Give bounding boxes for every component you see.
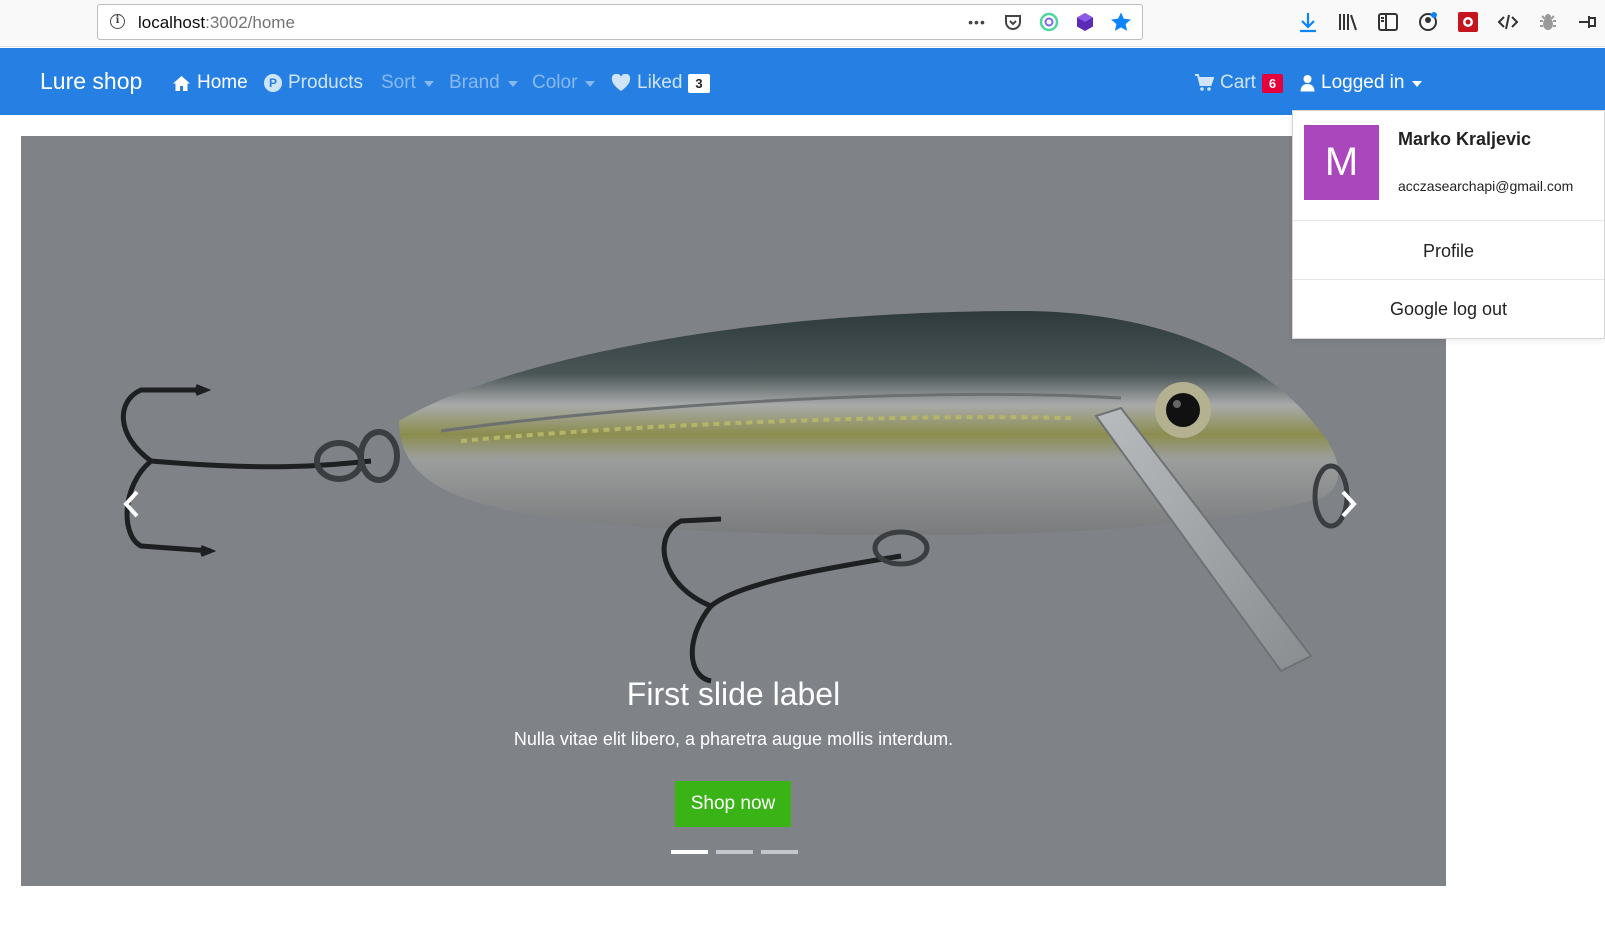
- nav-color-dropdown[interactable]: Color: [532, 72, 596, 94]
- extension-circle-icon[interactable]: [1038, 11, 1060, 33]
- library-icon[interactable]: [1335, 9, 1361, 35]
- download-icon[interactable]: [1295, 9, 1321, 35]
- address-bar-actions: •••: [966, 11, 1132, 33]
- account-sync-icon[interactable]: [1415, 9, 1441, 35]
- user-name: Marko Kraljevic: [1398, 129, 1532, 149]
- more-actions-icon[interactable]: •••: [966, 11, 988, 33]
- nav-sort-label: Sort: [381, 72, 416, 93]
- nav-products[interactable]: P Products: [264, 72, 363, 94]
- extension-red-icon[interactable]: [1455, 9, 1481, 35]
- carousel-indicator[interactable]: [671, 850, 708, 854]
- url-host: localhost: [138, 13, 206, 32]
- chevron-down-icon: [507, 81, 518, 87]
- carousel-indicator[interactable]: [761, 850, 798, 854]
- slide-title: First slide label: [626, 676, 841, 712]
- nav-cart[interactable]: Cart 6: [1194, 72, 1284, 94]
- heart-icon: [611, 74, 631, 91]
- nav-sort-dropdown[interactable]: Sort: [381, 72, 434, 94]
- nav-liked-label: Liked: [637, 72, 683, 93]
- user-icon: [1300, 75, 1315, 92]
- nav-brand-label: Brand: [449, 72, 500, 93]
- chevron-right-icon: [1341, 490, 1357, 518]
- carousel-prev-button[interactable]: [117, 484, 147, 524]
- user-email: acczasearchapi@gmail.com: [1398, 178, 1574, 194]
- nav-home-label: Home: [197, 72, 248, 93]
- bookmark-star-icon[interactable]: [1110, 11, 1132, 33]
- avatar: M: [1304, 125, 1379, 200]
- products-icon: P: [264, 74, 282, 92]
- dropdown-divider: [1293, 220, 1604, 221]
- url-text[interactable]: localhost:3002/home: [138, 13, 295, 33]
- url-path: :3002/home: [205, 13, 295, 32]
- chevron-down-icon: [585, 81, 596, 87]
- cart-icon: [1195, 74, 1214, 91]
- address-bar[interactable]: i localhost:3002/home •••: [97, 4, 1143, 40]
- user-menu-label: Logged in: [1321, 72, 1405, 93]
- nav-liked[interactable]: Liked 3: [611, 72, 710, 94]
- sidebar-icon[interactable]: [1375, 9, 1401, 35]
- dropdown-divider: [1293, 279, 1604, 280]
- nav-color-label: Color: [532, 72, 578, 93]
- pocket-icon[interactable]: [1002, 11, 1024, 33]
- extension-cube-icon[interactable]: [1074, 11, 1096, 33]
- carousel-indicators: [671, 850, 798, 854]
- code-icon[interactable]: [1495, 9, 1521, 35]
- cart-count-badge: 6: [1261, 73, 1284, 93]
- hero-carousel: First slide label Nulla vitae elit liber…: [21, 136, 1446, 886]
- nav-brand-dropdown[interactable]: Brand: [449, 72, 518, 94]
- liked-count-badge: 3: [688, 73, 710, 93]
- chevron-down-icon: [1412, 81, 1423, 87]
- shop-now-button[interactable]: Shop now: [675, 781, 791, 827]
- browser-toolbar-icons: [1295, 9, 1601, 35]
- main-navbar: Lure shop Home P Products Sort Brand Col…: [0, 48, 1605, 115]
- bug-icon[interactable]: [1535, 9, 1561, 35]
- info-icon[interactable]: i: [110, 14, 125, 29]
- user-dropdown-menu: M Marko Kraljevic acczasearchapi@gmail.c…: [1292, 110, 1605, 339]
- nav-home[interactable]: Home: [172, 72, 248, 94]
- chevron-down-icon: [423, 81, 434, 87]
- slide-text: Nulla vitae elit libero, a pharetra augu…: [513, 729, 954, 749]
- home-icon: [173, 75, 190, 91]
- carousel-next-button[interactable]: [1333, 484, 1363, 524]
- pin-icon[interactable]: [1575, 9, 1601, 35]
- browser-toolbar: i localhost:3002/home •••: [0, 0, 1605, 47]
- fishing-lure-image: [120, 311, 1350, 684]
- chevron-left-icon: [123, 490, 139, 518]
- brand-logo[interactable]: Lure shop: [40, 68, 142, 95]
- profile-menu-item[interactable]: Profile: [1293, 241, 1604, 262]
- user-menu-toggle[interactable]: Logged in: [1300, 72, 1423, 94]
- nav-products-label: Products: [288, 72, 363, 93]
- carousel-indicator[interactable]: [716, 850, 753, 854]
- nav-cart-label: Cart: [1220, 72, 1256, 93]
- google-logout-menu-item[interactable]: Google log out: [1293, 299, 1604, 320]
